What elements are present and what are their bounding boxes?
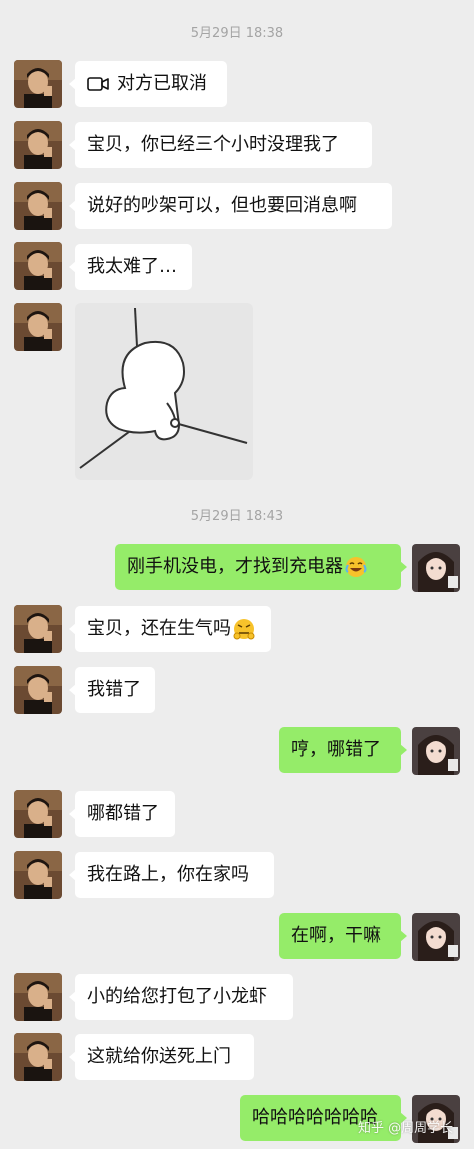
avatar-contact[interactable]: [14, 790, 62, 838]
timestamp-2: 5月29日 18:43: [190, 509, 284, 524]
message-text: 宝贝，还在生气吗: [87, 618, 231, 639]
avatar-self[interactable]: [412, 913, 460, 961]
avatar-contact[interactable]: [14, 60, 62, 108]
message-bubble[interactable]: 哪都错了: [69, 791, 175, 837]
avatar-self[interactable]: [412, 544, 460, 592]
message-bubble[interactable]: 我在路上，你在家吗: [69, 852, 274, 898]
timestamp-1: 5月29日 18:38: [190, 26, 284, 41]
message-bubble[interactable]: 我错了: [69, 667, 155, 713]
message-bubble[interactable]: 小的给您打包了小龙虾: [69, 974, 293, 1020]
video-camera-icon: [87, 77, 109, 91]
message-text: 宝贝，你已经三个小时没理我了: [87, 134, 339, 155]
message-text: 哼，哪错了: [291, 739, 381, 760]
avatar-contact[interactable]: [14, 242, 62, 290]
message-text: 我错了: [87, 679, 141, 700]
message-text: 我在路上，你在家吗: [87, 864, 249, 885]
avatar-contact[interactable]: [14, 605, 62, 653]
message-text: 刚手机没电，才找到充电器: [127, 556, 343, 577]
message-bubble[interactable]: 说好的吵架可以，但也要回消息啊: [69, 183, 392, 229]
awkward-emoji: [233, 619, 255, 640]
avatar-contact[interactable]: [14, 303, 62, 351]
message-text: 哪都错了: [87, 803, 159, 824]
message-bubble[interactable]: 这就给你送死上门: [69, 1034, 254, 1080]
message-bubble[interactable]: 宝贝，还在生气吗: [69, 606, 271, 652]
avatar-contact[interactable]: [14, 666, 62, 714]
laughing-crying-emoji: [345, 557, 367, 577]
message-text: 在啊，干嘛: [291, 925, 381, 946]
message-text: 小的给您打包了小龙虾: [87, 986, 267, 1007]
avatar-contact[interactable]: [14, 182, 62, 230]
avatar-contact[interactable]: [14, 973, 62, 1021]
avatar-self[interactable]: [412, 727, 460, 775]
message-text: 对方已取消: [117, 73, 207, 94]
avatar-contact[interactable]: [14, 851, 62, 899]
message-bubble[interactable]: 宝贝，你已经三个小时没理我了: [69, 122, 372, 168]
avatar-contact[interactable]: [14, 1033, 62, 1081]
message-bubble-sent[interactable]: 哼，哪错了: [279, 727, 407, 773]
message-bubble-sent[interactable]: 刚手机没电，才找到充电器: [115, 544, 407, 590]
avatar-contact[interactable]: [14, 121, 62, 169]
message-bubble[interactable]: 我太难了…: [69, 244, 192, 290]
watermark: 知乎 @周周学长: [358, 1121, 454, 1136]
message-bubble-call-cancelled[interactable]: 对方已取消: [69, 61, 227, 107]
message-text: 说好的吵架可以，但也要回消息啊: [87, 195, 357, 216]
sad-blob-sticker[interactable]: [75, 303, 253, 480]
message-text: 这就给你送死上门: [87, 1046, 231, 1067]
message-text: 我太难了…: [87, 256, 177, 277]
message-bubble-sent[interactable]: 在啊，干嘛: [279, 913, 407, 959]
